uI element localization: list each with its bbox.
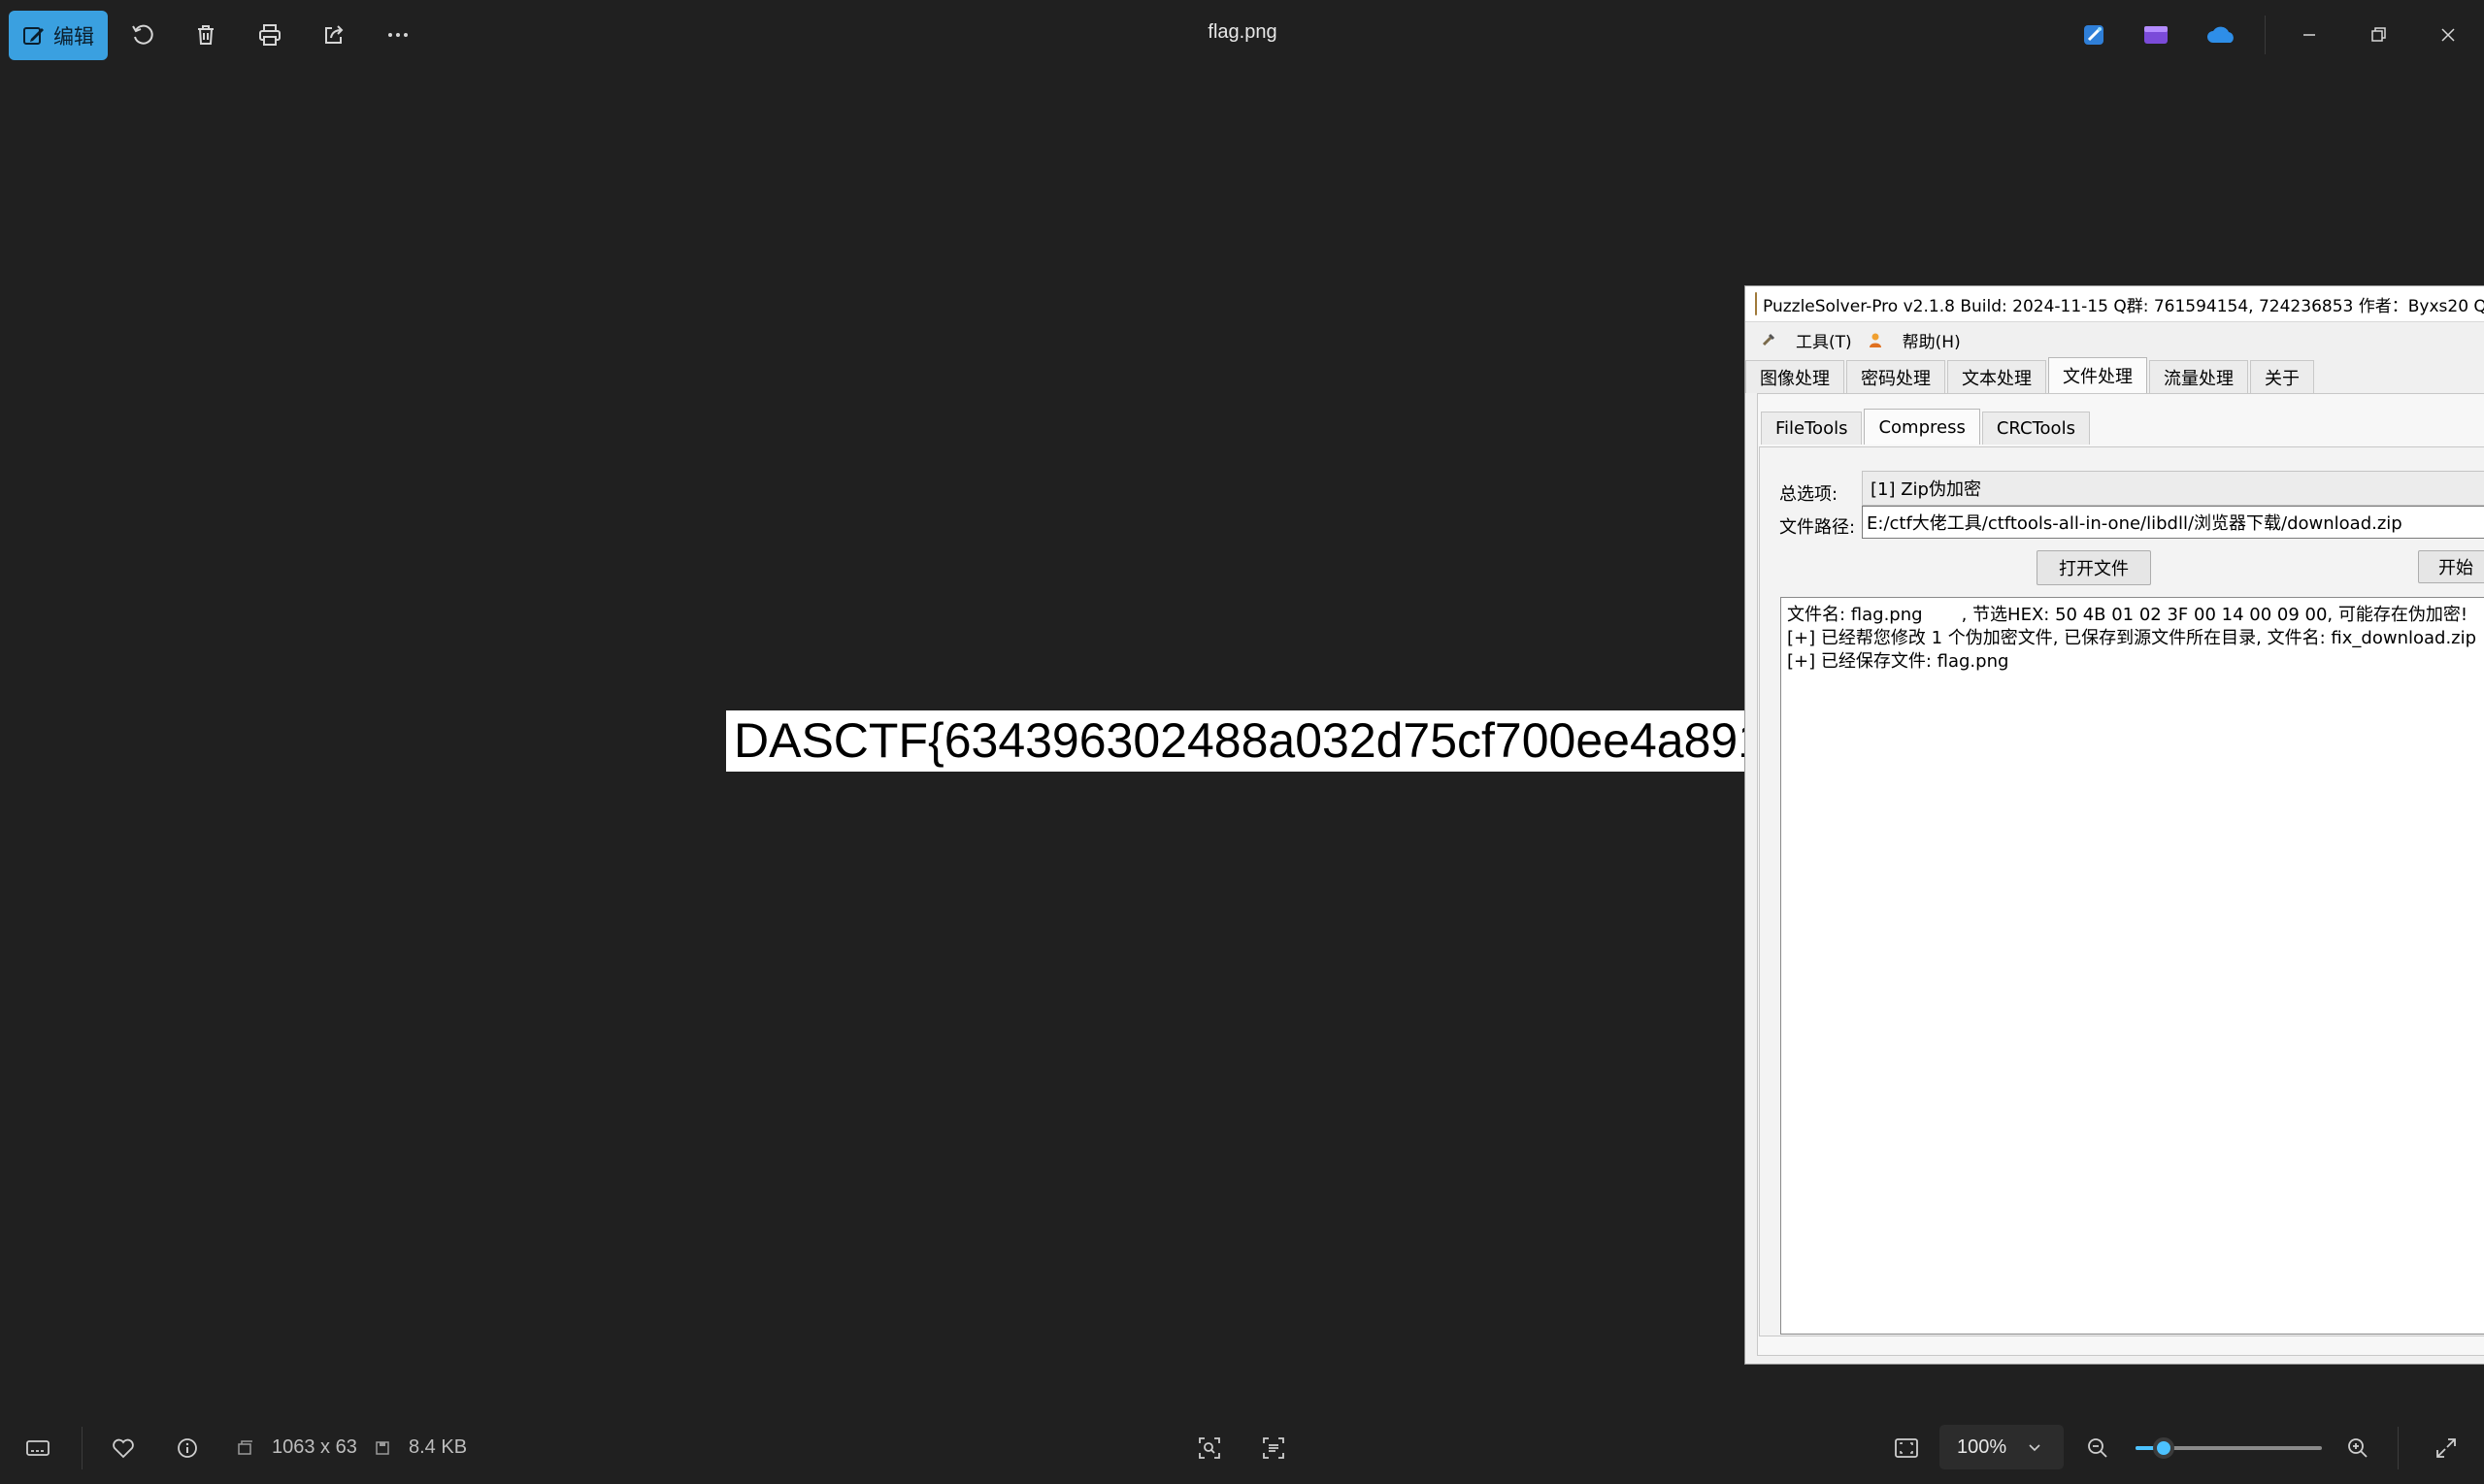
option-select-value: [1] Zip伪加密 — [1871, 479, 1981, 500]
delete-icon — [198, 25, 214, 45]
close-button[interactable] — [2431, 17, 2466, 52]
dimensions-icon — [238, 1440, 252, 1455]
filesize-icon-wrap — [369, 1432, 396, 1465]
filmstrip-icon — [26, 1440, 50, 1456]
menu-bar: 工具(T) 帮助(H) — [1745, 323, 2484, 356]
output-line: [+] 已经帮您修改 1 个伪加密文件, 已保存到源文件所在目录, 文件名: f… — [1787, 628, 2477, 648]
minimize-button[interactable] — [2292, 17, 2327, 52]
visual-search-icon — [1199, 1437, 1220, 1459]
print-button[interactable] — [252, 17, 287, 52]
fullscreen-icon — [2436, 1438, 2456, 1458]
tab-text[interactable]: 文本处理 — [1947, 360, 2046, 393]
edit-button[interactable]: 编辑 — [9, 11, 108, 60]
dimensions-icon-wrap — [231, 1432, 258, 1465]
output-line: 文件名: flag.png , 节选HEX: 50 4B 01 02 3F 00… — [1787, 605, 2468, 625]
subtab-filetools[interactable]: FileTools — [1761, 412, 1863, 445]
file-path-field[interactable]: E:/ctf大佬工具/ctftools-all-in-one/libdll/浏览… — [1862, 506, 2484, 539]
favorite-button[interactable] — [107, 1432, 140, 1465]
share-button[interactable] — [316, 17, 351, 52]
menu-tools-label: 工具(T) — [1796, 332, 1852, 352]
tab-image-processing[interactable]: 图像处理 — [1745, 360, 1844, 393]
zoom-out-button[interactable] — [2081, 1432, 2114, 1465]
status-divider — [2398, 1427, 2399, 1469]
menu-help-label: 帮助(H) — [1902, 332, 1961, 352]
delete-button[interactable] — [188, 17, 223, 52]
fit-window-button[interactable] — [1890, 1432, 1923, 1465]
share-icon — [325, 25, 344, 44]
image-flag-text: DASCTF{634396302488a032d75cf700ee4a8912} — [734, 713, 1758, 768]
option-select[interactable]: [1] Zip伪加密 — [1862, 471, 2484, 506]
restore-button[interactable] — [2361, 17, 2396, 52]
puzzlesolver-titlebar[interactable]: PuzzleSolver-Pro v2.1.8 Build: 2024-11-1… — [1745, 286, 2484, 322]
help-person-icon — [1869, 333, 1881, 347]
file-sub-tabs: FileTools Compress CRCTools — [1761, 409, 2092, 445]
tab-file[interactable]: 文件处理 — [2048, 357, 2147, 393]
print-icon — [259, 24, 281, 46]
file-title: flag.png — [1208, 21, 1277, 43]
info-icon — [178, 1438, 197, 1458]
file-path-value: E:/ctf大佬工具/ctftools-all-in-one/libdll/浏览… — [1867, 513, 2402, 534]
text-scan-icon — [1263, 1437, 1284, 1459]
zoom-slider-thumb[interactable] — [2152, 1437, 2174, 1459]
zoom-dropdown[interactable]: 100% — [1939, 1425, 2064, 1469]
output-textarea[interactable]: 文件名: flag.png , 节选HEX: 50 4B 01 02 3F 00… — [1780, 597, 2484, 1335]
paint-app-icon — [2084, 25, 2103, 45]
rotate-button[interactable] — [125, 17, 160, 52]
onedrive-button[interactable] — [2203, 17, 2238, 52]
info-button[interactable] — [171, 1432, 204, 1465]
close-icon — [2441, 28, 2455, 42]
main-tabs: 图像处理 密码处理 文本处理 文件处理 流量处理 关于 — [1745, 357, 2316, 393]
file-size: 8.4 KB — [409, 1436, 468, 1458]
chevron-down-icon — [2029, 1444, 2040, 1452]
menu-tools[interactable]: 工具(T) — [1761, 328, 1852, 352]
tab-traffic[interactable]: 流量处理 — [2149, 360, 2248, 393]
restore-icon — [2371, 27, 2386, 42]
save-disk-icon — [376, 1441, 389, 1455]
zoom-in-icon — [2348, 1438, 2368, 1458]
more-icon — [388, 33, 408, 37]
image-dimensions: 1063 x 63 — [272, 1436, 357, 1458]
status-divider — [82, 1427, 83, 1469]
top-toolbar: 编辑 flag.png — [0, 0, 2484, 70]
option-label: 总选项: — [1779, 484, 1838, 505]
start-button[interactable]: 开始 — [2418, 550, 2484, 583]
fullscreen-button[interactable] — [2430, 1432, 2463, 1465]
rotate-icon — [132, 24, 153, 45]
app-icon — [1755, 292, 1757, 315]
path-label: 文件路径: — [1779, 517, 1856, 538]
visual-search-button[interactable] — [1193, 1432, 1226, 1465]
clipchamp-button[interactable] — [2138, 17, 2173, 52]
titlebar-divider — [2265, 16, 2266, 54]
paint-app-button[interactable] — [2076, 17, 2111, 52]
filmstrip-button[interactable] — [21, 1432, 54, 1465]
edit-icon — [22, 24, 46, 48]
zoom-out-icon — [2088, 1438, 2107, 1458]
more-button[interactable] — [381, 17, 415, 52]
open-file-button[interactable]: 打开文件 — [2037, 550, 2151, 585]
menu-help[interactable]: 帮助(H) — [1868, 328, 1961, 352]
displayed-image: DASCTF{634396302488a032d75cf700ee4a8912} — [726, 710, 1758, 772]
onedrive-icon — [2207, 26, 2234, 43]
tab-crypto[interactable]: 密码处理 — [1846, 360, 1945, 393]
window-title: PuzzleSolver-Pro v2.1.8 Build: 2024-11-1… — [1763, 296, 2484, 316]
output-line: [+] 已经保存文件: flag.png — [1787, 651, 2009, 672]
zoom-in-button[interactable] — [2341, 1432, 2374, 1465]
text-scan-button[interactable] — [1257, 1432, 1290, 1465]
tab-about[interactable]: 关于 — [2250, 360, 2314, 393]
puzzlesolver-window: PuzzleSolver-Pro v2.1.8 Build: 2024-11-1… — [1744, 285, 2484, 1365]
minimize-icon — [2303, 34, 2315, 36]
fit-screen-icon — [1895, 1438, 1918, 1458]
tools-icon — [1762, 333, 1775, 346]
zoom-value: 100% — [1957, 1435, 2007, 1458]
subtab-crctools[interactable]: CRCTools — [1981, 412, 2090, 445]
clipchamp-app-icon — [2144, 26, 2168, 44]
edit-label: 编辑 — [53, 25, 94, 49]
subtab-compress[interactable]: Compress — [1864, 409, 1980, 445]
heart-icon — [113, 1438, 134, 1459]
